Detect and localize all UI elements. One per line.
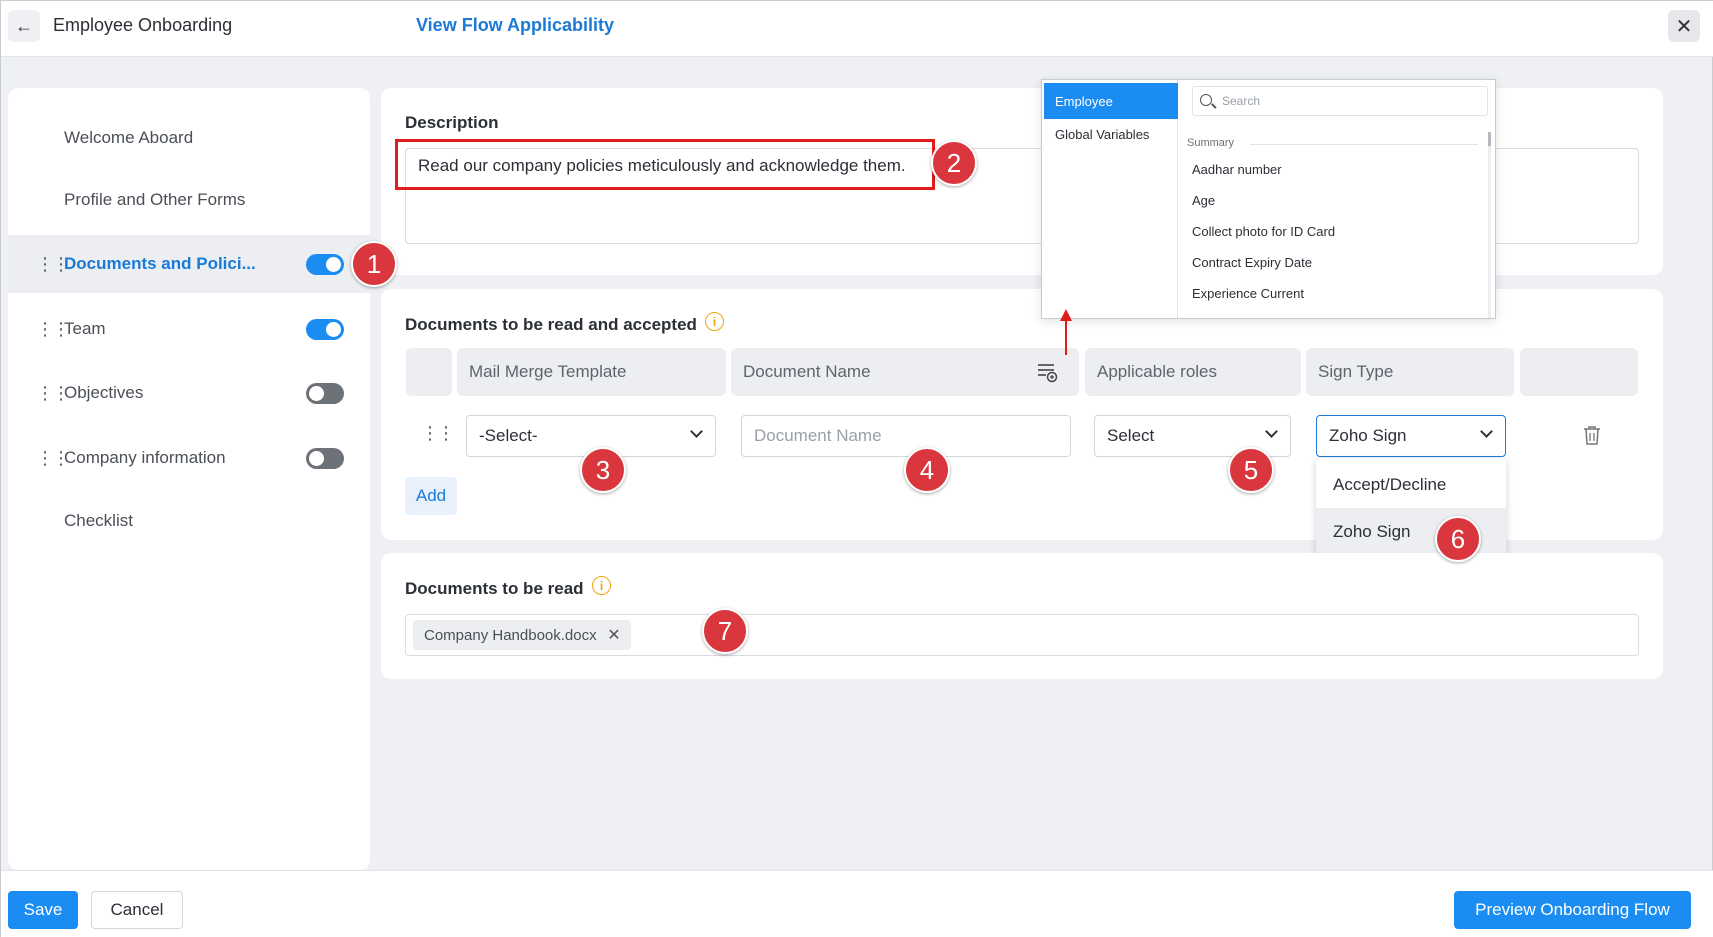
footer: Save Cancel Preview Onboarding Flow bbox=[1, 870, 1713, 937]
page-title: Employee Onboarding bbox=[53, 15, 233, 35]
sidebar-item-company-information[interactable]: ⋮⋮ Company information bbox=[8, 429, 370, 487]
sidebar-item-label: Documents and Polici... bbox=[64, 254, 256, 273]
insert-variable-icon[interactable] bbox=[1036, 361, 1058, 383]
documents-read-title: Documents to be read bbox=[405, 579, 584, 598]
view-flow-applicability-link[interactable]: View Flow Applicability bbox=[416, 15, 614, 36]
step-badge-7: 7 bbox=[702, 608, 748, 654]
step-badge-1: 1 bbox=[351, 241, 397, 287]
sidebar-item-label: Profile and Other Forms bbox=[64, 190, 246, 209]
sidebar-item-checklist[interactable]: Checklist bbox=[8, 492, 370, 550]
search-placeholder: Search bbox=[1222, 94, 1261, 108]
variable-item[interactable]: Age bbox=[1192, 193, 1215, 208]
header: ← Employee Onboarding View Flow Applicab… bbox=[1, 1, 1713, 57]
column-header-applicable-roles: Applicable roles bbox=[1085, 348, 1301, 396]
info-icon[interactable]: i bbox=[705, 312, 724, 331]
insert-variables-popup: Employee Global Variables Search Summary… bbox=[1041, 79, 1496, 319]
column-header-sign-type: Sign Type bbox=[1306, 348, 1514, 396]
variable-item[interactable]: Aadhar number bbox=[1192, 162, 1282, 177]
document-name-input[interactable]: Document Name bbox=[741, 415, 1071, 457]
documents-read-card: Documents to be read i Company Handbook.… bbox=[381, 553, 1663, 679]
divider bbox=[1250, 144, 1478, 145]
sidebar-item-documents-policies[interactable]: ⋮⋮ Documents and Polici... bbox=[8, 235, 370, 293]
table-header-spacer bbox=[406, 348, 452, 396]
variable-item[interactable]: Contract Expiry Date bbox=[1192, 255, 1312, 270]
save-button[interactable]: Save bbox=[8, 891, 78, 929]
scrollbar-thumb[interactable] bbox=[1488, 132, 1491, 146]
select-value: Select bbox=[1107, 426, 1155, 445]
step-badge-4: 4 bbox=[904, 447, 950, 493]
variable-categories: Employee Global Variables bbox=[1042, 80, 1178, 318]
cancel-button[interactable]: Cancel bbox=[91, 891, 183, 929]
tab-employee[interactable]: Employee bbox=[1044, 83, 1178, 119]
sidebar-item-label: Objectives bbox=[64, 383, 144, 402]
step-badge-2: 2 bbox=[931, 140, 977, 186]
sidebar-item-label: Team bbox=[64, 319, 106, 338]
sidebar: Welcome Aboard Profile and Other Forms ⋮… bbox=[8, 88, 370, 870]
chevron-down-icon bbox=[1480, 425, 1493, 438]
annotation-arrow-head bbox=[1060, 309, 1072, 321]
select-value: -Select- bbox=[479, 426, 538, 445]
step-badge-6: 6 bbox=[1435, 516, 1481, 562]
back-button[interactable]: ← bbox=[8, 10, 40, 42]
sidebar-item-objectives[interactable]: ⋮⋮ Objectives bbox=[8, 364, 370, 422]
sidebar-item-label: Checklist bbox=[64, 511, 133, 530]
step-badge-5: 5 bbox=[1228, 447, 1274, 493]
objectives-toggle[interactable] bbox=[306, 382, 344, 404]
toggle-knob bbox=[326, 321, 341, 337]
sidebar-item-team[interactable]: ⋮⋮ Team bbox=[8, 300, 370, 358]
column-header-document-name: Document Name bbox=[731, 348, 1079, 396]
close-button[interactable]: ✕ bbox=[1668, 10, 1700, 42]
variable-item[interactable]: Collect photo for ID Card bbox=[1192, 224, 1335, 239]
documents-accept-title: Documents to be read and accepted bbox=[405, 315, 697, 334]
remove-chip-icon[interactable]: ✕ bbox=[607, 625, 620, 645]
close-icon: ✕ bbox=[1675, 15, 1693, 38]
sidebar-item-profile-forms[interactable]: Profile and Other Forms bbox=[8, 171, 370, 229]
chevron-down-icon bbox=[690, 425, 703, 438]
toggle-knob bbox=[326, 256, 341, 272]
add-document-button[interactable]: Add bbox=[405, 477, 457, 515]
variable-group-label: Summary bbox=[1187, 137, 1235, 149]
company-information-toggle[interactable] bbox=[306, 447, 344, 469]
toggle-knob bbox=[309, 385, 324, 401]
preview-onboarding-flow-button[interactable]: Preview Onboarding Flow bbox=[1454, 891, 1691, 929]
trash-icon[interactable] bbox=[1583, 425, 1601, 445]
chip-label: Company Handbook.docx bbox=[424, 626, 597, 644]
search-icon bbox=[1200, 94, 1212, 106]
column-header-mail-merge-template: Mail Merge Template bbox=[457, 348, 726, 396]
documents-toggle[interactable] bbox=[306, 253, 344, 275]
sign-type-select[interactable]: Zoho Sign bbox=[1316, 415, 1506, 457]
toggle-knob bbox=[309, 450, 324, 466]
team-toggle[interactable] bbox=[306, 318, 344, 340]
scrollbar-track[interactable] bbox=[1488, 132, 1491, 318]
sidebar-item-label: Welcome Aboard bbox=[64, 128, 194, 147]
column-header-actions bbox=[1520, 348, 1638, 396]
column-header-label: Document Name bbox=[743, 362, 871, 381]
arrow-left-icon: ← bbox=[15, 15, 33, 36]
variable-item[interactable]: Experience Current bbox=[1192, 286, 1304, 301]
highlight-box bbox=[395, 139, 935, 190]
document-chip: Company Handbook.docx ✕ bbox=[413, 620, 631, 650]
select-value: Zoho Sign bbox=[1329, 426, 1407, 445]
sidebar-item-label: Company information bbox=[64, 448, 226, 467]
app-window: ← Employee Onboarding View Flow Applicab… bbox=[0, 0, 1713, 937]
info-icon[interactable]: i bbox=[592, 576, 611, 595]
documents-read-field[interactable]: Company Handbook.docx ✕ bbox=[405, 614, 1639, 656]
annotation-arrow bbox=[1065, 319, 1067, 355]
row-drag-handle-icon[interactable]: ⋮⋮ bbox=[421, 423, 455, 444]
chevron-down-icon bbox=[1265, 425, 1278, 438]
variable-search-input[interactable]: Search bbox=[1192, 86, 1488, 116]
step-badge-3: 3 bbox=[580, 447, 626, 493]
sidebar-item-welcome-aboard[interactable]: Welcome Aboard bbox=[8, 109, 370, 167]
option-accept-decline[interactable]: Accept/Decline bbox=[1316, 461, 1506, 508]
tab-global-variables[interactable]: Global Variables bbox=[1044, 116, 1178, 152]
description-title: Description bbox=[405, 113, 499, 132]
